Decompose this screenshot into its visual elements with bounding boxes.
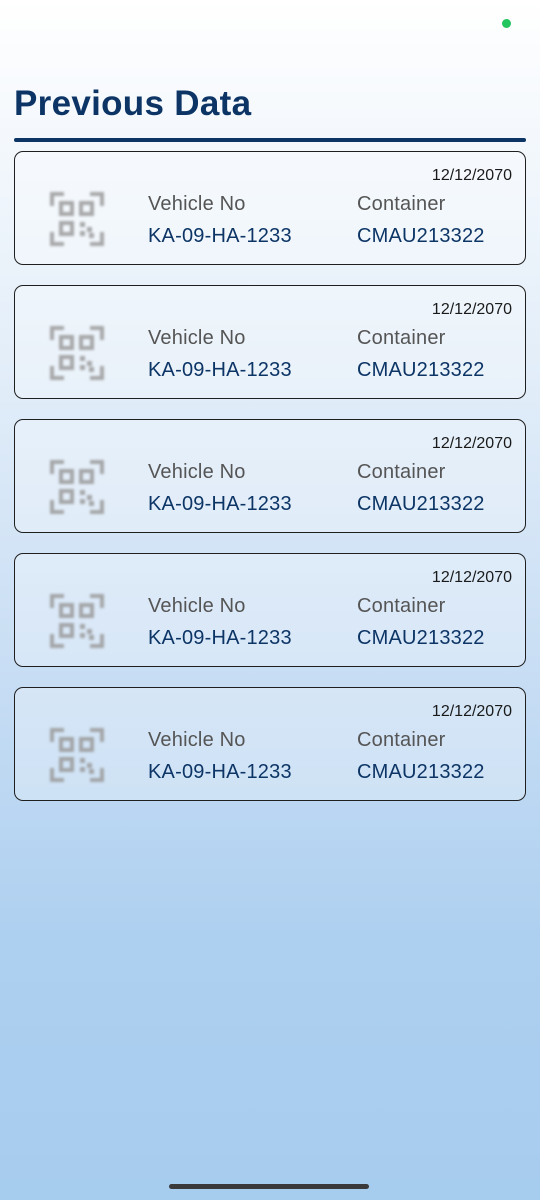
vehicle-field: Vehicle No KA-09-HA-1233 (148, 460, 292, 516)
vehicle-label: Vehicle No (148, 729, 246, 751)
vehicle-field: Vehicle No KA-09-HA-1233 (148, 594, 292, 650)
container-number-value: CMAU213322 (357, 761, 485, 783)
container-field: Container CMAU213322 (357, 594, 485, 650)
page-title: Previous Data (14, 84, 252, 123)
qr-code-icon (49, 593, 105, 649)
qr-code-icon (49, 727, 105, 783)
vehicle-field: Vehicle No KA-09-HA-1233 (148, 326, 292, 382)
vehicle-label: Vehicle No (148, 193, 246, 215)
container-number-value: CMAU213322 (357, 359, 485, 381)
record-card-5[interactable]: 12/12/2070 Vehicle No KA-09-HA-1233 Cont… (14, 687, 526, 801)
vehicle-number-value: KA-09-HA-1233 (148, 359, 292, 381)
container-field: Container CMAU213322 (357, 192, 485, 248)
container-number-value: CMAU213322 (357, 493, 485, 515)
vehicle-field: Vehicle No KA-09-HA-1233 (148, 192, 292, 248)
container-label: Container (357, 327, 446, 349)
container-field: Container CMAU213322 (357, 728, 485, 784)
record-card-2[interactable]: 12/12/2070 Vehicle No KA-09-HA-1233 Cont… (14, 285, 526, 399)
home-indicator[interactable] (169, 1184, 369, 1189)
qr-code-icon (49, 325, 105, 381)
status-indicator-dot-icon (502, 19, 511, 28)
vehicle-number-value: KA-09-HA-1233 (148, 493, 292, 515)
record-list: 12/12/2070 Vehicle No KA-09-HA-1233 Cont… (14, 151, 526, 821)
container-number-value: CMAU213322 (357, 225, 485, 247)
record-date: 12/12/2070 (431, 569, 512, 586)
vehicle-label: Vehicle No (148, 595, 246, 617)
container-label: Container (357, 193, 446, 215)
vehicle-number-value: KA-09-HA-1233 (148, 225, 292, 247)
container-number-value: CMAU213322 (357, 627, 485, 649)
record-card-1[interactable]: 12/12/2070 Vehicle No KA-09-HA-1233 Cont… (14, 151, 526, 265)
record-card-4[interactable]: 12/12/2070 Vehicle No KA-09-HA-1233 Cont… (14, 553, 526, 667)
vehicle-number-value: KA-09-HA-1233 (148, 761, 292, 783)
vehicle-label: Vehicle No (148, 327, 246, 349)
container-field: Container CMAU213322 (357, 326, 485, 382)
container-label: Container (357, 729, 446, 751)
container-label: Container (357, 595, 446, 617)
vehicle-label: Vehicle No (148, 461, 246, 483)
qr-code-icon (49, 459, 105, 515)
vehicle-number-value: KA-09-HA-1233 (148, 627, 292, 649)
title-underline (14, 138, 526, 142)
qr-code-icon (49, 191, 105, 247)
record-date: 12/12/2070 (431, 435, 512, 452)
record-date: 12/12/2070 (431, 167, 512, 184)
vehicle-field: Vehicle No KA-09-HA-1233 (148, 728, 292, 784)
record-card-3[interactable]: 12/12/2070 Vehicle No KA-09-HA-1233 Cont… (14, 419, 526, 533)
record-date: 12/12/2070 (431, 703, 512, 720)
container-field: Container CMAU213322 (357, 460, 485, 516)
container-label: Container (357, 461, 446, 483)
record-date: 12/12/2070 (431, 301, 512, 318)
